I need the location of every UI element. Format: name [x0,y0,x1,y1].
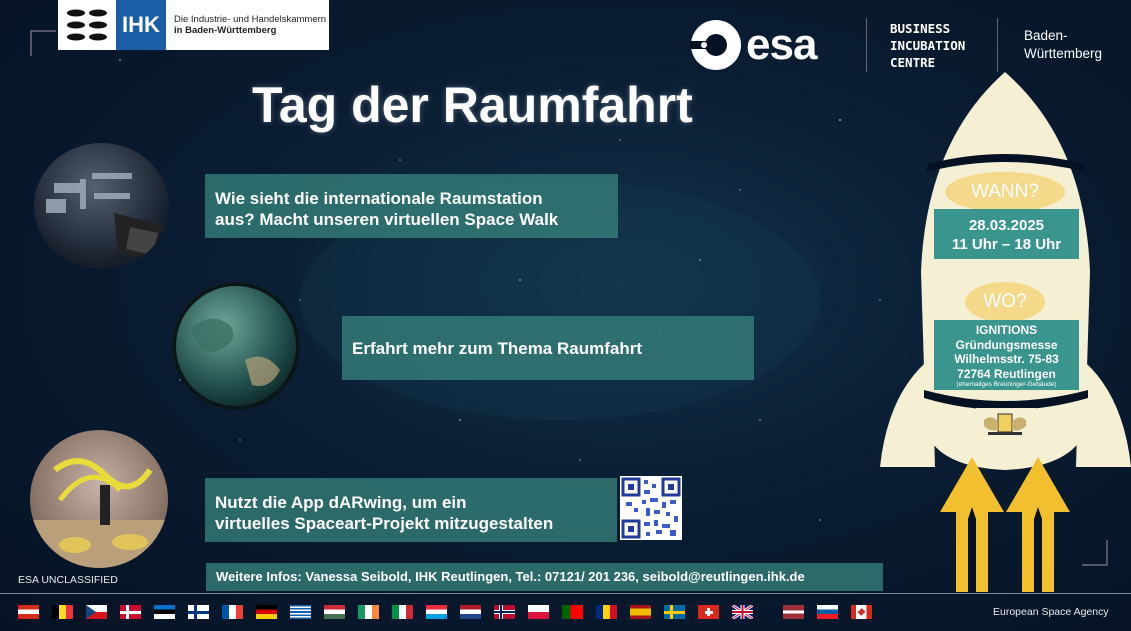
info-text: Weitere Infos: Vanessa Seibold, IHK Reut… [216,569,805,584]
flag-netherlands-icon [460,605,481,619]
darwing-line2: virtuelles Spaceart-Projekt mitzugestalt… [215,514,554,533]
flag-finland-icon [188,605,209,619]
flag-italy-icon [392,605,413,619]
flag-hungary-icon [324,605,345,619]
venue-line2: Gründungsmesse [955,337,1058,352]
flag-portugal-icon [562,605,583,619]
wo-badge: WO? [965,282,1045,322]
ihk-box: IHK [116,0,166,50]
ihk-logo: IHK Die Industrie- und Handelskammern in… [58,0,329,50]
flag-greece-icon [290,605,311,619]
bw-line2: Württemberg [1024,46,1103,61]
flag-ireland-icon [358,605,379,619]
flag-estonia-icon [154,605,175,619]
flag-france-icon [222,605,243,619]
ihk-text-line2: in Baden-Württemberg [174,25,277,36]
divider-1 [866,18,867,72]
time-text: 11 Uhr – 18 Uhr [951,236,1062,253]
darwing-box: Nutzt die App dARwing, um ein virtuelles… [205,478,617,542]
bic-line1: BUSINESS [890,21,951,36]
flag-czechia-icon [86,605,107,619]
info-bar: Weitere Infos: Vanessa Seibold, IHK Reut… [206,563,883,591]
baden-wuerttemberg-label: Baden- Württemberg [1024,27,1102,63]
flag-belgium-icon [52,605,73,619]
date-box: 28.03.2025 11 Uhr – 18 Uhr [934,209,1079,259]
bic-line2: INCUBATION [890,38,966,53]
flag-romania-icon [596,605,617,619]
page-title: Tag der Raumfahrt [252,77,693,133]
flag-spacer [766,605,770,619]
esa-symbol-icon [690,20,741,70]
earth-globe-image [170,280,303,413]
bw-line1: Baden- [1024,28,1068,43]
flag-uk-icon [732,605,753,619]
business-incubation-centre: BUSINESS INCUBATION CENTRE [890,20,965,71]
classification-label: ESA UNCLASSIFIED [18,574,118,586]
darwing-line1: Nutzt die App dARwing, um ein [215,493,467,512]
state-crest-icon [982,412,1028,436]
bw-crest-icon [58,0,116,50]
venue-line1: IGNITIONS [975,323,1038,337]
date-text: 28.03.2025 [968,217,1045,234]
venue-note: (ehemaliges Breuninger-Gebäude) [956,381,1057,388]
flag-norway-icon [494,605,515,619]
qr-code[interactable] [620,476,682,540]
ihk-text: Die Industrie- und Handelskammern in Bad… [166,14,326,36]
esa-logo: esa [690,18,840,72]
flag-germany-icon [256,605,277,619]
spacewalk-line1: Wie sieht die internationale Raumstation [215,189,543,208]
raumfahrt-text: Erfahrt mehr zum Thema Raumfahrt [352,339,642,358]
flag-luxembourg-icon [426,605,447,619]
flag-switzerland-icon [698,605,719,619]
flag-poland-icon [528,605,549,619]
esa-member-flags [18,605,872,619]
flag-denmark-icon [120,605,141,619]
venue-box: IGNITIONS Gründungsmesse Wilhelmsstr. 75… [934,320,1079,390]
spacewalk-line2: aus? Macht unseren virtuellen Space Walk [215,210,559,229]
corner-bracket-top-left [30,30,56,56]
agency-label: European Space Agency [993,606,1109,618]
footer-divider [0,593,1131,594]
venue-line3: Wilhelmsstr. 75-83 [954,352,1059,366]
flag-latvia-icon [783,605,804,619]
flag-sweden-icon [664,605,685,619]
space-station-image [34,143,169,269]
up-arrows-icon [940,457,1070,592]
bic-line3: CENTRE [890,55,936,70]
venue-line4: 72764 Reutlingen [957,366,1056,381]
flag-spain-icon [630,605,651,619]
flag-austria-icon [18,605,39,619]
spacewalk-box: Wie sieht die internationale Raumstation… [205,174,618,238]
flag-slovenia-icon [817,605,838,619]
flag-canada-icon [851,605,872,619]
ihk-text-line1: Die Industrie- und Handelskammern [174,14,327,25]
esa-wordmark: esa [746,20,817,69]
rocket-graphic: WANN? 28.03.2025 11 Uhr – 18 Uhr WO? IGN… [880,72,1131,592]
raumfahrt-box: Erfahrt mehr zum Thema Raumfahrt [342,316,754,380]
spaceart-image [30,430,168,568]
wann-badge: WANN? [945,172,1065,212]
divider-2 [997,18,998,72]
